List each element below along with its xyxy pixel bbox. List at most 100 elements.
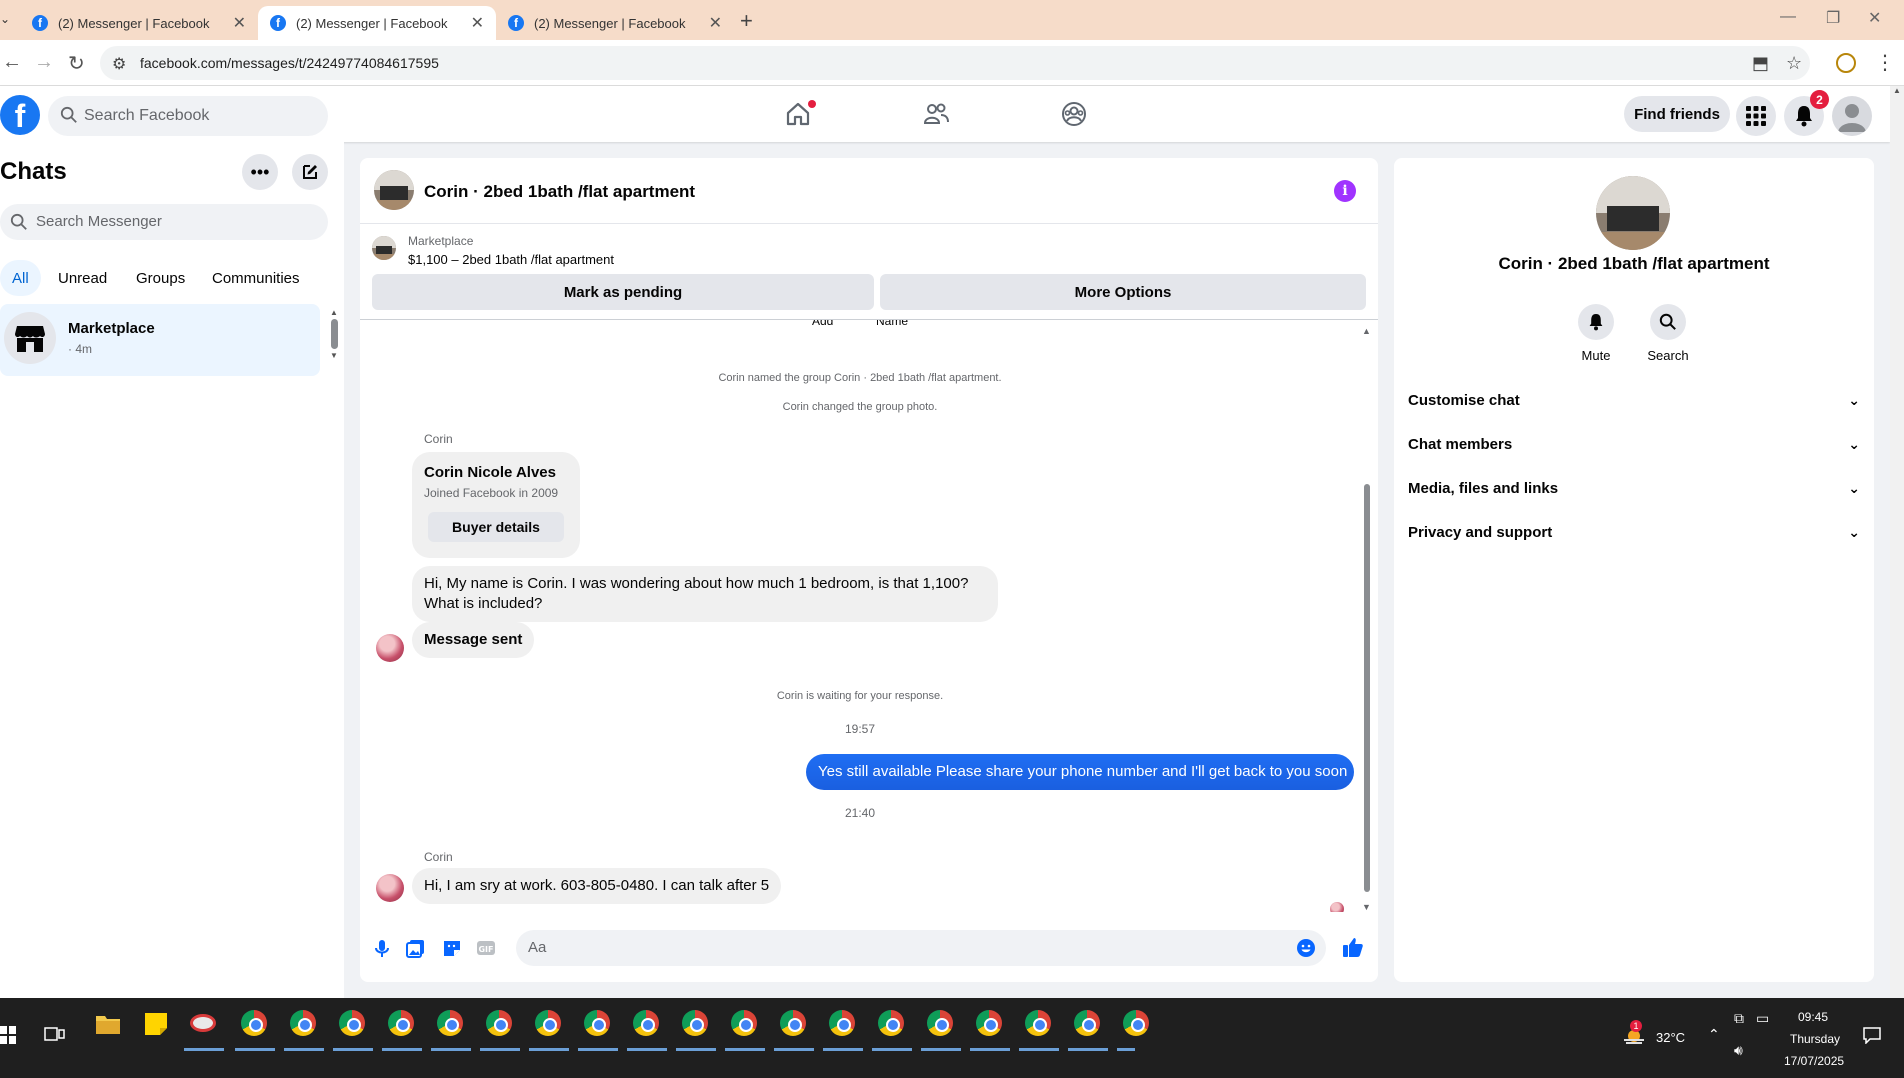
group-photo-large[interactable]	[1596, 176, 1670, 250]
tab-search-chevron-icon[interactable]: ⌄	[0, 12, 14, 28]
filter-communities[interactable]: Communities	[200, 260, 312, 296]
chrome-window-16-icon[interactable]	[976, 1010, 1004, 1038]
chrome-window-4-icon[interactable]	[388, 1010, 416, 1038]
chrome-window-10-icon[interactable]	[682, 1010, 710, 1038]
group-photo[interactable]	[374, 170, 414, 210]
chrome-window-9-icon[interactable]	[633, 1010, 661, 1038]
privacy-support-section[interactable]: Privacy and support ⌄	[1408, 514, 1860, 550]
listing-thumbnail[interactable]	[372, 236, 396, 260]
browser-tab-1[interactable]: f (2) Messenger | Facebook ✕	[20, 6, 258, 40]
menu-grid-icon[interactable]	[1736, 96, 1776, 136]
sender-avatar[interactable]	[376, 874, 404, 902]
close-window-icon[interactable]: ✕	[1868, 8, 1881, 28]
chat-options-icon[interactable]: •••	[242, 154, 278, 190]
chrome-window-1-icon[interactable]	[241, 1010, 269, 1038]
clock-time[interactable]: 09:45	[1798, 1010, 1828, 1024]
minimize-icon[interactable]: —	[1780, 8, 1796, 26]
scroll-up-icon[interactable]: ▲	[1362, 326, 1371, 336]
chrome-window-11-icon[interactable]	[731, 1010, 759, 1038]
address-bar[interactable]: ⚙ facebook.com/messages/t/24249774084617…	[100, 46, 1810, 80]
close-tab-icon[interactable]: ✕	[233, 13, 246, 33]
chrome-window-14-icon[interactable]	[878, 1010, 906, 1038]
browser-tab-3[interactable]: f (2) Messenger | Facebook ✕	[496, 6, 734, 40]
friends-icon[interactable]	[922, 100, 950, 128]
network-icon[interactable]: ▭	[1756, 1010, 1769, 1027]
clock-date[interactable]: 17/07/2025	[1784, 1054, 1844, 1068]
back-icon[interactable]: ←	[2, 51, 22, 74]
chrome-window-13-icon[interactable]	[829, 1010, 857, 1038]
install-app-icon[interactable]: ⬒	[1752, 53, 1769, 74]
forward-icon[interactable]: →	[34, 51, 54, 74]
listing-price-title[interactable]: $1,100 – 2bed 1bath /flat apartment	[408, 252, 614, 267]
close-tab-icon[interactable]: ✕	[709, 13, 722, 33]
chat-members-section[interactable]: Chat members ⌄	[1408, 426, 1860, 462]
microphone-icon[interactable]	[372, 938, 392, 958]
filter-unread[interactable]: Unread	[46, 260, 119, 296]
add-button-label[interactable]: Add	[812, 320, 833, 328]
mute-button[interactable]: Mute	[1556, 304, 1636, 363]
browser-menu-icon[interactable]: ⋮	[1875, 50, 1895, 75]
sticker-icon[interactable]	[442, 938, 462, 958]
message-sent-status[interactable]: Message sent	[412, 622, 535, 658]
new-message-icon[interactable]	[292, 154, 328, 190]
chrome-window-18-icon[interactable]	[1074, 1010, 1102, 1038]
chat-list-item-marketplace[interactable]: Marketplace · 4m	[0, 304, 320, 376]
messenger-search-input[interactable]: Search Messenger	[0, 204, 328, 240]
notification-center-icon[interactable]	[1862, 1026, 1882, 1044]
thread-scrollbar-thumb[interactable]	[1364, 484, 1370, 892]
incoming-message[interactable]: Hi, My name is Corin. I was wondering ab…	[412, 566, 998, 622]
message-thread[interactable]: Add Name Corin named the group Corin · 2…	[360, 320, 1378, 912]
restore-icon[interactable]: ❐	[1826, 8, 1840, 28]
chrome-window-6-icon[interactable]	[486, 1010, 514, 1038]
customise-chat-section[interactable]: Customise chat ⌄	[1408, 382, 1860, 418]
close-tab-icon[interactable]: ✕	[471, 13, 484, 33]
chrome-window-17-icon[interactable]	[1025, 1010, 1053, 1038]
chrome-window-12-icon[interactable]	[780, 1010, 808, 1038]
sender-avatar[interactable]	[376, 634, 404, 662]
find-friends-button[interactable]: Find friends	[1624, 96, 1730, 132]
file-explorer-icon[interactable]	[94, 1010, 122, 1038]
conversation-title[interactable]: Corin · 2bed 1bath /flat apartment	[424, 182, 695, 202]
browser-profile-icon[interactable]	[1836, 53, 1856, 73]
meet-now-icon[interactable]: ⧉	[1734, 1010, 1744, 1027]
mark-as-pending-button[interactable]: Mark as pending	[372, 274, 874, 310]
page-scrollbar[interactable]: ▲	[1890, 86, 1904, 998]
task-view-icon[interactable]	[44, 1024, 66, 1044]
incoming-message[interactable]: Hi, I am sry at work. 603-805-0480. I ca…	[412, 868, 782, 904]
reload-icon[interactable]: ↻	[68, 51, 85, 76]
sidebar-scrollbar[interactable]: ▲ ▼	[330, 308, 340, 368]
account-avatar[interactable]	[1832, 96, 1872, 136]
sticky-notes-icon[interactable]	[142, 1010, 170, 1038]
outgoing-message[interactable]: Yes still available Please share your ph…	[806, 754, 1354, 790]
conversation-info-icon[interactable]: i	[1334, 180, 1356, 202]
gif-icon[interactable]: GIF	[476, 938, 496, 958]
temperature[interactable]: 32°C	[1656, 1030, 1685, 1045]
chrome-window-5-icon[interactable]	[437, 1010, 465, 1038]
chrome-window-2-icon[interactable]	[290, 1010, 318, 1038]
search-in-chat-button[interactable]: Search	[1628, 304, 1708, 363]
site-settings-icon[interactable]: ⚙	[112, 54, 126, 74]
emoji-icon[interactable]	[1296, 938, 1316, 958]
windows-start-icon[interactable]	[0, 1026, 16, 1044]
scroll-down-icon[interactable]: ▼	[1362, 902, 1371, 912]
photo-icon[interactable]	[406, 938, 426, 958]
chrome-window-15-icon[interactable]	[927, 1010, 955, 1038]
chrome-window-3-icon[interactable]	[339, 1010, 367, 1038]
groups-icon[interactable]	[1060, 100, 1088, 128]
tray-chevron-up-icon[interactable]: ⌃	[1708, 1026, 1720, 1043]
bookmark-star-icon[interactable]: ☆	[1786, 53, 1802, 74]
filter-all[interactable]: All	[0, 260, 41, 296]
chrome-window-19-icon[interactable]	[1123, 1010, 1151, 1038]
browser-tab-2[interactable]: f (2) Messenger | Facebook ✕	[258, 6, 496, 40]
name-button-label[interactable]: Name	[876, 320, 908, 328]
app-icon[interactable]	[190, 1010, 218, 1038]
chrome-window-8-icon[interactable]	[584, 1010, 612, 1038]
more-options-button[interactable]: More Options	[880, 274, 1366, 310]
volume-icon[interactable]: 🔊︎	[1734, 1042, 1743, 1059]
message-input[interactable]: Aa	[516, 930, 1326, 966]
chrome-window-7-icon[interactable]	[535, 1010, 563, 1038]
buyer-details-button[interactable]: Buyer details	[428, 512, 564, 542]
new-tab-icon[interactable]: +	[740, 8, 753, 34]
facebook-logo-icon[interactable]: f	[0, 95, 40, 135]
url-text[interactable]: facebook.com/messages/t/2424977408461759…	[140, 55, 439, 71]
